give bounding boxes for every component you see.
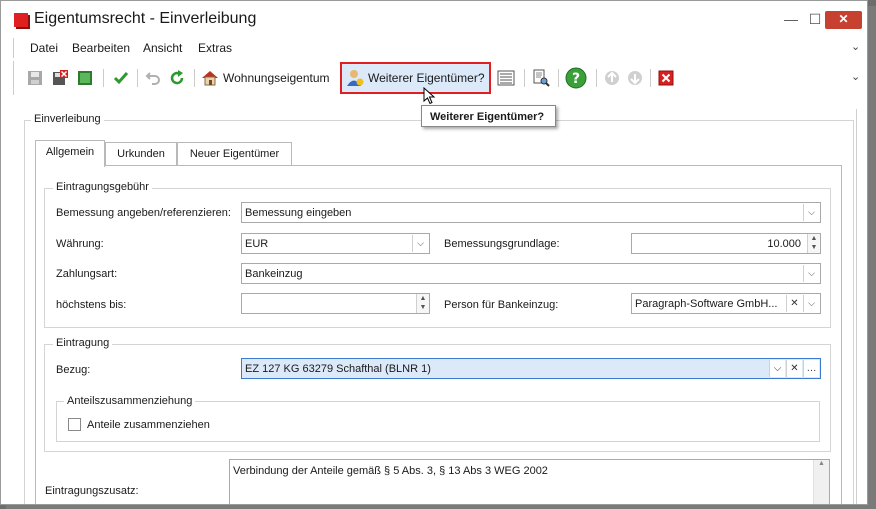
- app-icon: [14, 13, 28, 27]
- weiterer-eigentuemer-button[interactable]: Weiterer Eigentümer?: [340, 62, 491, 94]
- save-button[interactable]: [26, 67, 44, 89]
- main-window: Eigentumsrecht - Einverleibung — ☐ ✕ Dat…: [0, 0, 868, 505]
- document-search-button[interactable]: [532, 67, 550, 89]
- bemessungsgrundlage-input[interactable]: 10.000 ▲ ▼: [631, 233, 821, 254]
- tab-neuer-eigentuemer[interactable]: Neuer Eigentümer: [177, 142, 292, 166]
- menu-overflow-chevron-icon[interactable]: ⌄: [851, 40, 860, 53]
- svg-text:?: ?: [572, 71, 580, 87]
- undo-button[interactable]: [144, 67, 162, 89]
- move-up-button[interactable]: [603, 67, 621, 89]
- chevron-down-icon[interactable]: ⌵: [803, 265, 819, 282]
- toolbar-separator: [524, 69, 525, 87]
- help-button[interactable]: ?: [565, 67, 587, 89]
- bemessung-value: Bemessung eingeben: [245, 207, 352, 219]
- textarea-scrollbar[interactable]: ▲: [813, 460, 829, 504]
- window-title: Eigentumsrecht - Einverleibung: [34, 10, 257, 27]
- floppy-delete-icon: [53, 70, 68, 85]
- house-icon: [202, 71, 218, 86]
- person-bankeinzug-value: Paragraph-Software GmbH...: [635, 298, 778, 310]
- window-shadow-bottom: [6, 505, 876, 509]
- chevron-down-icon[interactable]: ⌵: [803, 204, 819, 221]
- bezug-select[interactable]: EZ 127 KG 63279 Schafthal (BLNR 1) ⌵ ✕ …: [241, 358, 821, 379]
- chevron-down-icon[interactable]: ⌵: [803, 295, 819, 312]
- title-bar: Eigentumsrecht - Einverleibung — ☐ ✕: [1, 1, 867, 37]
- close-button[interactable]: ✕: [825, 11, 862, 29]
- mouse-cursor-icon: [423, 87, 436, 105]
- tab-allgemein[interactable]: Allgemein: [35, 140, 105, 167]
- eintragungszusatz-textarea[interactable]: Verbindung der Anteile gemäß § 5 Abs. 3,…: [229, 459, 830, 504]
- more-options-icon[interactable]: …: [803, 360, 819, 377]
- checkmark-icon: [113, 72, 129, 85]
- toolbar-separator: [194, 69, 195, 87]
- bezug-label: Bezug:: [56, 364, 91, 376]
- clear-icon[interactable]: ✕: [786, 295, 802, 312]
- menu-bar: Datei Bearbeiten Ansicht Extras ⌄: [13, 38, 865, 58]
- hoechstens-label: höchstens bis:: [56, 299, 127, 311]
- bemessungsgrundlage-label: Bemessungsgrundlage:: [444, 238, 560, 250]
- number-spinner-icon[interactable]: ▲ ▼: [416, 294, 429, 313]
- save-close-button[interactable]: [76, 67, 94, 89]
- einverleibung-group-title: Einverleibung: [31, 113, 104, 125]
- number-spinner-icon[interactable]: ▲ ▼: [807, 234, 820, 253]
- eintragungszusatz-value: Verbindung der Anteile gemäß § 5 Abs. 3,…: [233, 465, 548, 477]
- clear-icon[interactable]: ✕: [786, 360, 802, 377]
- toolbar-separator: [103, 69, 104, 87]
- eintragungsgebuehr-title: Eintragungsgebühr: [53, 181, 152, 193]
- chevron-down-icon[interactable]: ⌵: [769, 360, 785, 377]
- toolbar-separator: [596, 69, 597, 87]
- bezug-value: EZ 127 KG 63279 Schafthal (BLNR 1): [245, 363, 431, 375]
- toolbar: Wohnungseigentum Weiterer Eigentümer? ? …: [13, 61, 865, 95]
- bemessung-label: Bemessung angeben/referenzieren:: [56, 207, 231, 219]
- anteile-zusammenziehen-label: Anteile zusammenziehen: [87, 419, 210, 431]
- menu-bearbeiten[interactable]: Bearbeiten: [72, 41, 130, 55]
- waehrung-select[interactable]: EUR ⌵: [241, 233, 430, 254]
- chevron-down-icon[interactable]: ⌵: [412, 235, 428, 252]
- tab-urkunden[interactable]: Urkunden: [105, 142, 177, 166]
- toolbar-separator: [558, 69, 559, 87]
- zahlungsart-select[interactable]: Bankeinzug ⌵: [241, 263, 821, 284]
- arrow-up-circle-icon: [605, 71, 619, 85]
- bemessung-select[interactable]: Bemessung eingeben ⌵: [241, 202, 821, 223]
- move-down-button[interactable]: [626, 67, 644, 89]
- window-shadow-right: [868, 6, 876, 509]
- toolbar-separator: [137, 69, 138, 87]
- wohnungseigentum-label: Wohnungseigentum: [223, 71, 330, 85]
- delete-x-icon: [658, 70, 674, 86]
- undo-icon: [145, 72, 160, 85]
- refresh-button[interactable]: [168, 67, 186, 89]
- toolbar-overflow-chevron-icon[interactable]: ⌄: [851, 70, 860, 83]
- weiterer-eigentuemer-label: Weiterer Eigentümer?: [368, 71, 485, 85]
- eintragung-title: Eintragung: [53, 337, 113, 349]
- toolbar-separator: [650, 69, 651, 87]
- hoechstens-input[interactable]: ▲ ▼: [241, 293, 430, 314]
- wohnungseigentum-button[interactable]: Wohnungseigentum: [201, 67, 330, 89]
- arrow-down-circle-icon: [628, 71, 642, 85]
- zahlungsart-label: Zahlungsart:: [56, 268, 118, 280]
- confirm-button[interactable]: [112, 67, 130, 89]
- delete-button[interactable]: [657, 67, 675, 89]
- list-button[interactable]: [497, 67, 515, 89]
- menu-extras[interactable]: Extras: [198, 41, 232, 55]
- bemessungsgrundlage-value: 10.000: [767, 238, 801, 250]
- zahlungsart-value: Bankeinzug: [245, 268, 303, 280]
- anteilszusammenziehung-title: Anteilszusammenziehung: [64, 395, 196, 407]
- document-search-icon: [533, 69, 550, 87]
- list-grid-icon: [497, 70, 515, 86]
- green-square-icon: [78, 71, 92, 85]
- discard-button[interactable]: [51, 67, 69, 89]
- add-user-icon: [347, 70, 364, 86]
- anteile-zusammenziehen-checkbox[interactable]: [68, 418, 81, 431]
- tooltip: Weiterer Eigentümer?: [421, 105, 556, 127]
- person-bankeinzug-select[interactable]: Paragraph-Software GmbH... ✕ ⌵: [631, 293, 821, 314]
- waehrung-value: EUR: [245, 238, 269, 250]
- person-bankeinzug-label: Person für Bankeinzug:: [444, 299, 559, 311]
- eintragungszusatz-label: Eintragungszusatz:: [45, 485, 139, 497]
- menu-datei[interactable]: Datei: [30, 41, 58, 55]
- floppy-disk-icon: [28, 71, 42, 85]
- menu-ansicht[interactable]: Ansicht: [143, 41, 182, 55]
- scroll-area-edge: [856, 109, 857, 504]
- help-icon: ?: [565, 67, 587, 89]
- waehrung-label: Währung:: [56, 238, 104, 250]
- refresh-icon: [170, 70, 184, 85]
